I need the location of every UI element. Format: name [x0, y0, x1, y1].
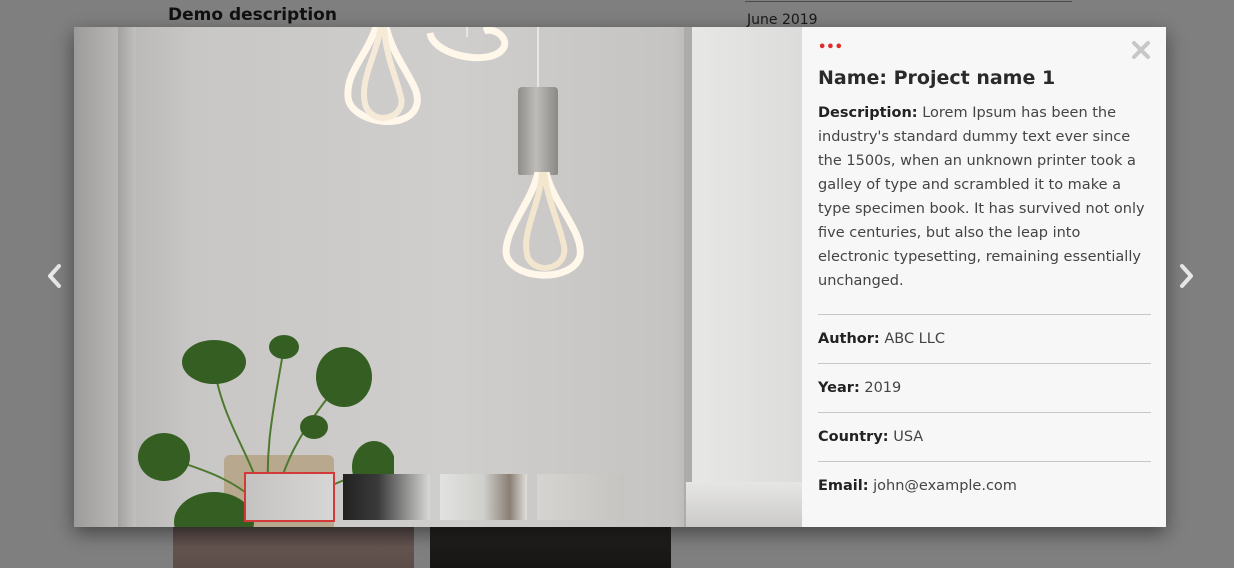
year-label: Year:	[818, 380, 860, 396]
image-bulb	[502, 172, 584, 279]
country-value: USA	[888, 429, 924, 445]
image-bulb	[426, 27, 509, 62]
lightbox-modal: ••• Name: Project name 1 Description: Lo…	[74, 27, 1166, 527]
more-options-dots[interactable]: •••	[818, 41, 1151, 55]
author-label: Author:	[818, 331, 880, 347]
description-label: Description:	[818, 105, 918, 121]
project-title: Name: Project name 1	[818, 67, 1056, 89]
project-description: Description: Lorem Ipsum has been the in…	[818, 101, 1148, 293]
thumbnail-image	[246, 474, 333, 520]
author-row: Author: ABC LLC	[818, 315, 1151, 364]
email-row: Email: john@example.com	[818, 462, 1151, 510]
thumbnail-1[interactable]	[244, 472, 335, 522]
country-label: Country:	[818, 429, 889, 445]
email-value[interactable]: john@example.com	[869, 478, 1017, 494]
image-window-frame	[684, 27, 692, 527]
email-label: Email:	[818, 478, 869, 494]
image-socket	[518, 87, 558, 175]
year-row: Year: 2019	[818, 364, 1151, 413]
country-row: Country: USA	[818, 413, 1151, 462]
chevron-left-icon	[48, 264, 61, 288]
thumbnail-2[interactable]	[341, 472, 432, 522]
image-window-sill	[686, 482, 802, 527]
author-value: ABC LLC	[879, 331, 945, 347]
image-cord	[537, 27, 539, 89]
close-button[interactable]	[1130, 39, 1152, 61]
thumbnail-image	[440, 474, 527, 520]
thumbnail-strip	[244, 472, 626, 522]
main-image	[74, 27, 802, 527]
prev-arrow-button[interactable]	[43, 262, 67, 290]
next-arrow-button[interactable]	[1174, 262, 1198, 290]
image-bulb	[344, 27, 421, 125]
close-icon	[1132, 41, 1150, 59]
info-panel: ••• Name: Project name 1 Description: Lo…	[802, 27, 1166, 527]
chevron-right-icon	[1180, 264, 1193, 288]
thumbnail-image	[537, 474, 624, 520]
thumbnail-image	[343, 474, 430, 520]
description-text: Lorem Ipsum has been the industry's stan…	[818, 105, 1145, 289]
thumbnail-3[interactable]	[438, 472, 529, 522]
thumbnail-4[interactable]	[535, 472, 626, 522]
year-value: 2019	[859, 380, 902, 396]
